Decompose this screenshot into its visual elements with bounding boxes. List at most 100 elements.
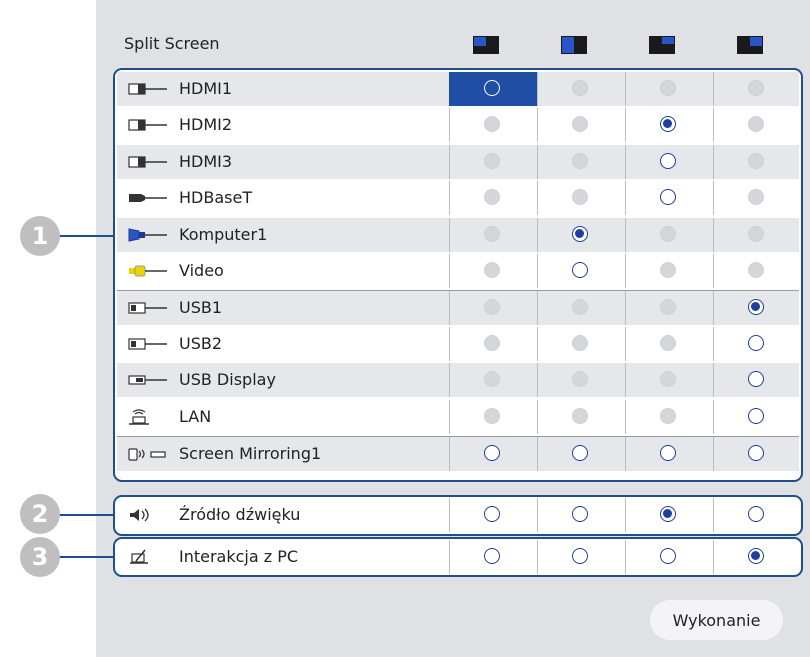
radio-disabled bbox=[484, 371, 500, 388]
layout-cell-1 bbox=[449, 400, 537, 434]
layout-cell-4[interactable] bbox=[713, 437, 801, 471]
usb-icon bbox=[128, 338, 167, 350]
radio-button[interactable] bbox=[484, 80, 500, 96]
audio-source-group: Źródło dźwięku bbox=[113, 495, 803, 536]
radio-disabled bbox=[748, 116, 764, 133]
radio-button[interactable] bbox=[572, 506, 588, 522]
source-label: Interakcja z PC bbox=[179, 547, 299, 566]
source-label: Źródło dźwięku bbox=[179, 505, 301, 524]
layout-cell-4[interactable] bbox=[713, 540, 801, 574]
radio-disabled bbox=[572, 334, 588, 351]
video-icon bbox=[129, 265, 167, 277]
layout-cell-3[interactable] bbox=[625, 181, 713, 215]
radio-disabled bbox=[484, 334, 500, 351]
source-row: HDMI2 bbox=[117, 108, 799, 143]
radio-selected[interactable] bbox=[572, 225, 588, 242]
radio-disabled bbox=[484, 407, 500, 424]
layout-cell-2 bbox=[537, 400, 625, 434]
layout-cell-2[interactable] bbox=[537, 437, 625, 471]
callout-line-1 bbox=[58, 235, 114, 237]
layout-cell-1 bbox=[449, 254, 537, 288]
layout-cell-4[interactable] bbox=[713, 400, 801, 434]
layout-cell-4 bbox=[713, 72, 801, 106]
layout-cell-2 bbox=[537, 327, 625, 361]
radio-button[interactable] bbox=[572, 445, 588, 461]
source-label: HDMI3 bbox=[179, 151, 233, 171]
layout-cell-4[interactable] bbox=[713, 327, 801, 361]
layout-cell-2[interactable] bbox=[537, 540, 625, 574]
radio-disabled bbox=[660, 334, 676, 351]
radio-disabled bbox=[572, 116, 588, 133]
radio-selected[interactable] bbox=[660, 506, 676, 522]
radio-button[interactable] bbox=[748, 445, 764, 461]
layout-cell-3[interactable] bbox=[625, 540, 713, 574]
hdmi-icon bbox=[128, 83, 167, 95]
source-row: Screen Mirroring1 bbox=[117, 436, 799, 471]
layout-cell-1[interactable] bbox=[449, 498, 537, 532]
source-label: Video bbox=[179, 261, 224, 280]
layout-cell-2 bbox=[537, 145, 625, 179]
radio-disabled bbox=[484, 152, 500, 169]
radio-button[interactable] bbox=[572, 262, 588, 278]
execute-button[interactable]: Wykonanie bbox=[650, 600, 783, 640]
radio-selected[interactable] bbox=[748, 548, 764, 564]
layout-cell-1 bbox=[449, 363, 537, 397]
layout-cell-3[interactable] bbox=[625, 145, 713, 179]
radio-button[interactable] bbox=[748, 334, 764, 351]
hdmi-icon bbox=[128, 119, 167, 131]
source-label: LAN bbox=[179, 406, 212, 426]
layout-cell-3[interactable] bbox=[625, 108, 713, 142]
hdbaset-icon bbox=[129, 194, 167, 203]
radio-button[interactable] bbox=[660, 548, 676, 564]
layout-cell-4[interactable] bbox=[713, 363, 801, 397]
source-row: Komputer1 bbox=[117, 217, 799, 252]
radio-disabled bbox=[660, 299, 676, 316]
layout-cell-3[interactable] bbox=[625, 498, 713, 532]
layout-cell-2 bbox=[537, 363, 625, 397]
source-row: Video bbox=[117, 254, 799, 288]
layout-cell-4 bbox=[713, 145, 801, 179]
layout-cell-3 bbox=[625, 72, 713, 106]
callout-line-3 bbox=[58, 556, 114, 558]
layout-cell-4 bbox=[713, 181, 801, 215]
layout-cell-1[interactable] bbox=[449, 540, 537, 574]
layout-cell-1[interactable] bbox=[449, 437, 537, 471]
radio-button[interactable] bbox=[660, 189, 676, 206]
radio-button[interactable] bbox=[660, 152, 676, 169]
radio-selected[interactable] bbox=[660, 116, 676, 133]
layout-cell-3[interactable] bbox=[625, 437, 713, 471]
radio-button[interactable] bbox=[484, 548, 500, 564]
source-label: USB2 bbox=[179, 333, 223, 353]
callout-2: 2 bbox=[20, 494, 60, 534]
radio-disabled bbox=[484, 262, 500, 278]
source-row: HDMI3 bbox=[117, 144, 801, 179]
layout-cell-4[interactable] bbox=[713, 498, 801, 532]
callout-line-2 bbox=[58, 514, 114, 516]
radio-button[interactable] bbox=[748, 506, 764, 522]
layout-cell-3 bbox=[625, 291, 713, 325]
layout-cell-4[interactable] bbox=[713, 291, 801, 325]
radio-button[interactable] bbox=[572, 548, 588, 564]
radio-button[interactable] bbox=[660, 445, 676, 461]
radio-selected[interactable] bbox=[748, 299, 764, 316]
layout-cell-2[interactable] bbox=[537, 218, 625, 252]
layout-cell-2[interactable] bbox=[537, 498, 625, 532]
layout-cell-2[interactable] bbox=[537, 254, 625, 288]
source-label: Screen Mirroring1 bbox=[179, 444, 322, 463]
radio-button[interactable] bbox=[748, 407, 764, 424]
source-row: LAN bbox=[117, 399, 801, 434]
radio-disabled bbox=[572, 152, 588, 169]
lan-icon bbox=[129, 408, 149, 425]
radio-disabled bbox=[572, 189, 588, 206]
usb-display-icon bbox=[128, 375, 167, 385]
sources-group: HDMI1 HDMI2 HDMI3 HDBaseT Komputer1 Video USB1… bbox=[113, 68, 803, 482]
layout-cell-2 bbox=[537, 108, 625, 142]
radio-disabled bbox=[748, 80, 764, 96]
radio-button[interactable] bbox=[484, 445, 500, 461]
pen-icon bbox=[130, 549, 148, 564]
radio-button[interactable] bbox=[484, 506, 500, 522]
source-label: HDMI1 bbox=[179, 79, 233, 98]
radio-button[interactable] bbox=[748, 371, 764, 388]
audio-row: Źródło dźwięku bbox=[117, 498, 799, 532]
layout-cell-1[interactable] bbox=[449, 72, 537, 106]
